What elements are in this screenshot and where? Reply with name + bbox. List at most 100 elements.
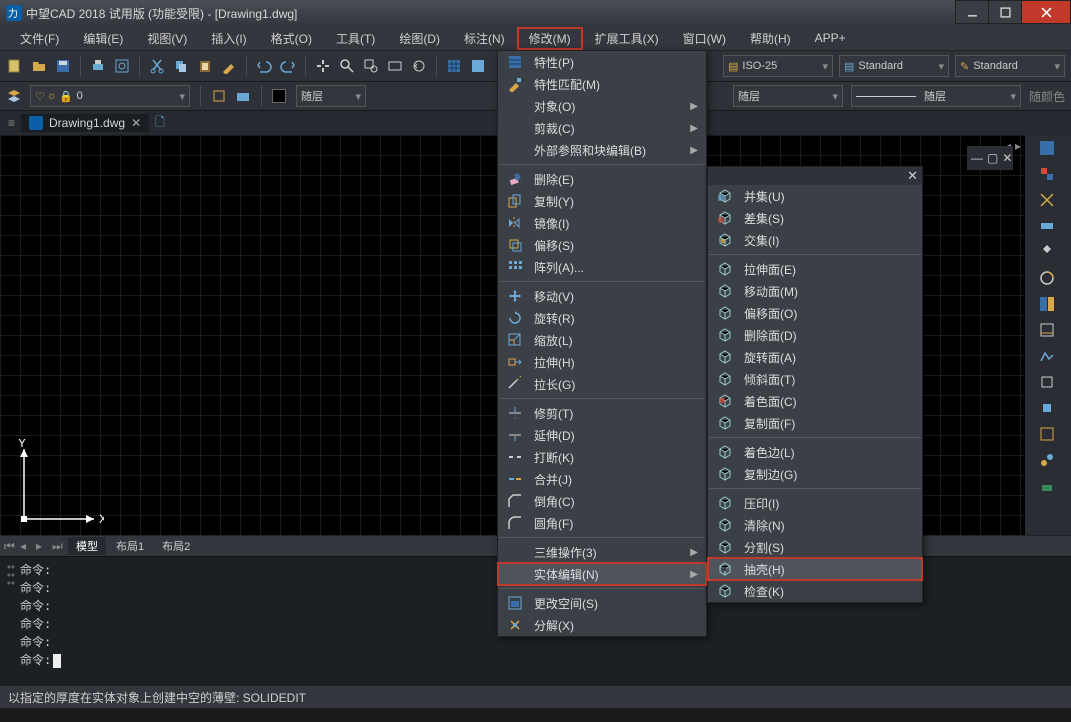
palette-icon-14[interactable] [1038,477,1058,497]
linetype-combo[interactable]: 随层▾ [733,85,843,107]
tab-model[interactable]: 模型 [68,537,106,555]
menuitem-实体编辑(N)[interactable]: 实体编辑(N)▶ [498,563,706,585]
menu-扩展工具[interactable]: 扩展工具(X) [583,27,671,50]
palette-icon-1[interactable] [1038,139,1058,159]
palette-icon-8[interactable] [1038,321,1058,341]
menu-绘图[interactable]: 绘图(D) [387,27,452,50]
tab-list-icon[interactable]: ≡ [8,116,15,130]
menuitem-chamfer[interactable]: 倒角(C) [498,490,706,512]
zoom-win-icon[interactable] [362,57,380,75]
lineweight-combo[interactable]: 随层▾ [851,85,1021,107]
palette-icon-7[interactable] [1038,295,1058,315]
menuitem-properties[interactable]: 特性(P) [498,51,706,73]
menuitem-extface[interactable]: 拉伸面(E) [708,258,922,280]
insert-icon[interactable] [235,88,251,104]
menuitem-fillet[interactable]: 圆角(F) [498,512,706,534]
menu-修改[interactable]: 修改(M) [517,27,583,50]
menuitem-scale[interactable]: 缩放(L) [498,329,706,351]
minimize-button[interactable] [955,0,989,24]
menu-文件[interactable]: 文件(F) [8,27,71,50]
color-combo[interactable]: 随层▾ [296,85,366,107]
zoom-ext-icon[interactable] [386,57,404,75]
menu-插入[interactable]: 插入(I) [199,27,258,50]
menuitem-break[interactable]: 打断(K) [498,446,706,468]
cmd-handle-icon[interactable] [6,561,16,671]
menuitem-copface[interactable]: 复制面(F) [708,412,922,434]
close-button[interactable] [1021,0,1071,24]
menuitem-join[interactable]: 合并(J) [498,468,706,490]
maximize-button[interactable] [988,0,1022,24]
file-tab-drawing1[interactable]: Drawing1.dwg ✕ [21,114,149,132]
menu-标注[interactable]: 标注(N) [452,27,517,50]
menuitem-三维操作(3)[interactable]: 三维操作(3)▶ [498,541,706,563]
new-icon[interactable] [6,57,24,75]
palette-icon-9[interactable] [1038,347,1058,367]
prev-tab-icon[interactable]: ◂ [20,539,34,553]
plot-preview-icon[interactable] [113,57,131,75]
tab-layout2[interactable]: 布局2 [154,537,198,555]
menuitem-clean[interactable]: 清除(N) [708,514,922,536]
menuitem-delface[interactable]: 删除面(D) [708,324,922,346]
menuitem-rotface[interactable]: 旋转面(A) [708,346,922,368]
menuitem-mirror[interactable]: 镜像(I) [498,212,706,234]
menuitem-offset[interactable]: 偏移(S) [498,234,706,256]
cut-icon[interactable] [148,57,166,75]
menu-帮助[interactable]: 帮助(H) [738,27,803,50]
menuitem-array[interactable]: 阵列(A)... [498,256,706,278]
menuitem-shell[interactable]: 抽壳(H) [708,558,922,580]
palette-icon-6[interactable] [1038,269,1058,289]
menu-app+[interactable]: APP+ [803,28,858,48]
zoom-icon[interactable] [338,57,356,75]
menu-编辑[interactable]: 编辑(E) [71,27,135,50]
menu-视图[interactable]: 视图(V) [135,27,199,50]
undo-icon[interactable] [255,57,273,75]
menuitem-chspace[interactable]: 更改空间(S) [498,592,706,614]
menuitem-imprint[interactable]: 压印(I) [708,492,922,514]
menu-格式[interactable]: 格式(O) [259,27,324,50]
table-icon[interactable] [469,57,487,75]
palette-icon-12[interactable] [1038,425,1058,445]
menuitem-coledge[interactable]: 着色边(L) [708,441,922,463]
print-icon[interactable] [89,57,107,75]
menuitem-offface[interactable]: 偏移面(O) [708,302,922,324]
paste-icon[interactable] [196,57,214,75]
table-style-combo[interactable]: ✎Standard▾ [955,55,1065,77]
menuitem-match[interactable]: 特性匹配(M) [498,73,706,95]
file-tab-close[interactable]: ✕ [131,116,141,130]
menuitem-copy[interactable]: 复制(Y) [498,190,706,212]
palette-icon-10[interactable] [1038,373,1058,393]
menuitem-剪裁(C)[interactable]: 剪裁(C)▶ [498,117,706,139]
menuitem-erase[interactable]: 删除(E) [498,168,706,190]
menuitem-colface[interactable]: 着色面(C) [708,390,922,412]
palette-icon-2[interactable] [1038,165,1058,185]
palette-icon-3[interactable] [1038,191,1058,211]
layer-combo[interactable]: ♡☼🔒0▾ [30,85,190,107]
menuitem-copedge[interactable]: 复制边(G) [708,463,922,485]
menuitem-tapface[interactable]: 倾斜面(T) [708,368,922,390]
menuitem-union[interactable]: 并集(U) [708,185,922,207]
text-style-combo[interactable]: ▤Standard▾ [839,55,949,77]
pan-icon[interactable] [314,57,332,75]
menuitem-对象(O)[interactable]: 对象(O)▶ [498,95,706,117]
last-tab-icon[interactable]: ⏭ [52,539,66,553]
color-swatch[interactable] [272,89,286,103]
menuitem-explode[interactable]: 分解(X) [498,614,706,636]
layer-mgr-icon[interactable] [6,88,22,104]
menuitem-stretch[interactable]: 拉伸(H) [498,351,706,373]
tab-layout1[interactable]: 布局1 [108,537,152,555]
new-tab-icon[interactable]: 🗋 [155,113,165,134]
menuitem-extend[interactable]: 延伸(D) [498,424,706,446]
child-max-icon[interactable]: ▢ [987,151,998,165]
grid-icon[interactable] [445,57,463,75]
menuitem-intersect[interactable]: 交集(I) [708,229,922,251]
palette-icon-5[interactable] [1038,243,1058,263]
menuitem-trim[interactable]: 修剪(T) [498,402,706,424]
mdi-next-icon[interactable]: ▸ [1015,139,1021,153]
menu-窗口[interactable]: 窗口(W) [671,27,738,50]
menuitem-rotate[interactable]: 旋转(R) [498,307,706,329]
block-icon[interactable] [211,88,227,104]
matchprop-icon[interactable] [220,57,238,75]
menuitem-move[interactable]: 移动(V) [498,285,706,307]
child-close-icon[interactable]: ✕ [1002,151,1012,165]
next-tab-icon[interactable]: ▸ [36,539,50,553]
